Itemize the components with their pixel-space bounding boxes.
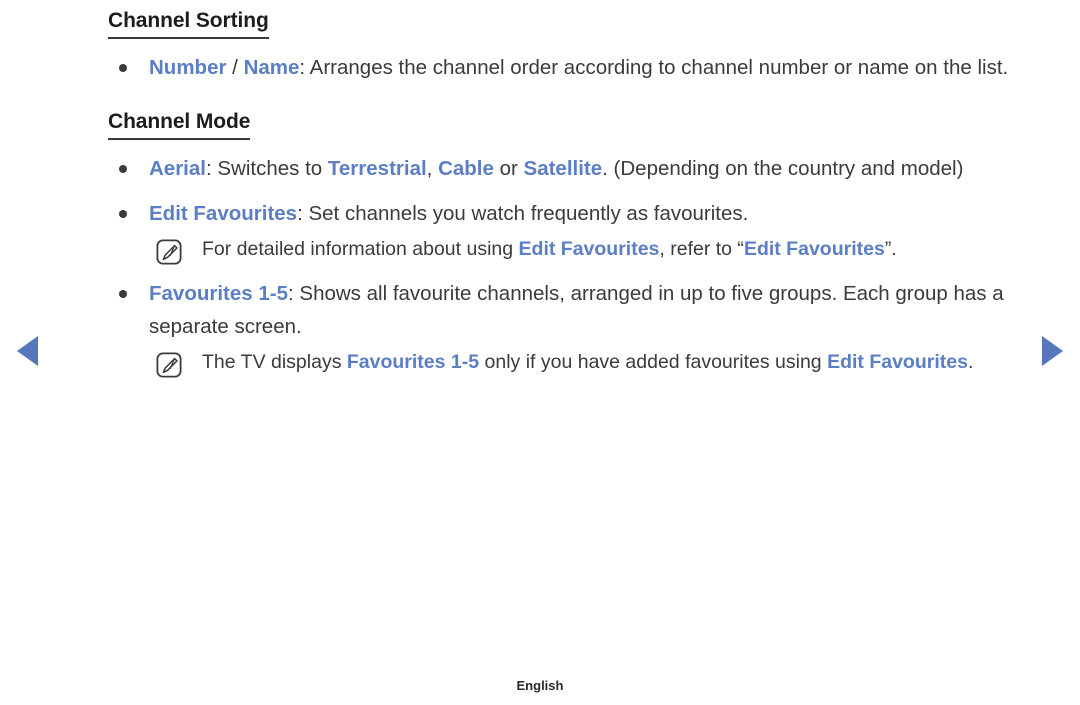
bullet-item: Favourites 1-5: Shows all favourite chan… bbox=[108, 277, 1038, 343]
next-page-arrow-icon[interactable] bbox=[1042, 336, 1063, 366]
keyword-run: Number bbox=[149, 56, 227, 79]
bullet-item: Number / Name: Arranges the channel orde… bbox=[108, 51, 1038, 84]
section-title: Channel Mode bbox=[108, 110, 250, 140]
text-run: . (Depending on the country and model) bbox=[602, 157, 964, 180]
sections-container: Channel Sorting Number / Name: Arranges t… bbox=[108, 0, 1038, 378]
text-run: only if you have added favourites using bbox=[479, 351, 828, 373]
bullet-list: Aerial: Switches to Terrestrial, Cable o… bbox=[108, 152, 1038, 378]
text-run: : Arranges the channel order according t… bbox=[299, 56, 1009, 79]
text-run: , refer to “ bbox=[659, 238, 744, 260]
keyword-run: Edit Favourites bbox=[518, 238, 660, 260]
keyword-run: Satellite bbox=[523, 157, 603, 180]
bullet-item: Edit Favourites: Set channels you watch … bbox=[108, 197, 1038, 230]
previous-page-arrow-icon[interactable] bbox=[17, 336, 38, 366]
note-pencil-icon bbox=[156, 352, 182, 378]
manual-page: Channel Sorting Number / Name: Arranges t… bbox=[0, 0, 1080, 705]
note-pencil-icon bbox=[156, 239, 182, 265]
keyword-run: Cable bbox=[438, 157, 494, 180]
keyword-run: Edit Favourites bbox=[743, 238, 885, 260]
text-run: For detailed information about using bbox=[202, 238, 519, 260]
text-run: ”. bbox=[884, 238, 897, 260]
footer-language-label: English bbox=[516, 678, 564, 693]
keyword-run: Edit Favourites bbox=[827, 351, 968, 373]
keyword-run: Edit Favourites bbox=[149, 202, 298, 225]
text-run: : Switches to bbox=[205, 157, 328, 180]
text-run: / bbox=[226, 56, 244, 79]
section-title: Channel Sorting bbox=[108, 9, 269, 39]
keyword-run: Aerial bbox=[149, 157, 206, 180]
keyword-run: Name bbox=[243, 56, 300, 79]
text-run: : Set channels you watch frequently as f… bbox=[297, 202, 749, 225]
note-item: The TV displays Favourites 1-5 only if y… bbox=[149, 347, 1038, 378]
text-run: or bbox=[493, 157, 524, 180]
keyword-run: Favourites 1-5 bbox=[346, 351, 480, 373]
keyword-run: Favourites 1-5 bbox=[149, 282, 288, 305]
text-run: , bbox=[426, 157, 439, 180]
text-run: . bbox=[967, 351, 974, 373]
keyword-run: Terrestrial bbox=[327, 157, 427, 180]
text-run: The TV displays bbox=[202, 351, 347, 373]
bullet-item: Aerial: Switches to Terrestrial, Cable o… bbox=[108, 152, 1038, 185]
section-heading-row: Channel Mode bbox=[108, 84, 1038, 140]
note-item: For detailed information about using Edi… bbox=[149, 234, 1038, 265]
section-heading-row: Channel Sorting bbox=[108, 0, 1038, 39]
bullet-list: Number / Name: Arranges the channel orde… bbox=[108, 51, 1038, 84]
page-content: Channel Sorting Number / Name: Arranges t… bbox=[108, 0, 1038, 378]
